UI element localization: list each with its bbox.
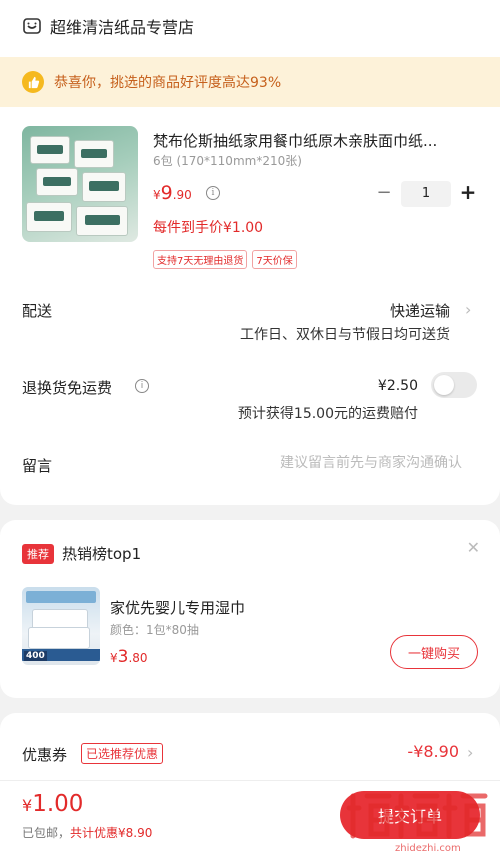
chevron-right-icon[interactable]: › [465, 300, 471, 319]
price-symbol: ¥ [153, 188, 161, 202]
price-integer: 1 [32, 791, 47, 817]
recommendation-header: 推荐 热销榜top1 [22, 543, 141, 564]
price-decimal: .90 [172, 188, 192, 202]
returns-label: 退换货免运费 [22, 379, 113, 397]
recommend-product-spec: 颜色：1包*80抽 [110, 623, 199, 637]
total-discount: 共计优惠¥8.90 [70, 826, 153, 840]
quantity-input[interactable]: 1 [401, 181, 451, 207]
quantity-decrease-button[interactable]: − [376, 184, 392, 202]
coupon-amount[interactable]: -¥8.90 [407, 742, 459, 761]
recommend-title: 热销榜top1 [62, 545, 142, 563]
recommend-product-name[interactable]: 家优先婴儿专用湿巾 [110, 597, 245, 618]
delivery-method[interactable]: 快递运输 [390, 300, 450, 321]
checkout-bar: ¥1.00 已包邮，共计优惠¥8.90 提交订单 [0, 780, 500, 862]
thumbs-up-icon [22, 71, 44, 93]
shop-header[interactable]: 超维清洁纸品专营店 [22, 14, 194, 38]
price-integer: 3 [117, 647, 129, 667]
delivery-note: 工作日、双休日与节假日均可送货 [240, 327, 450, 343]
service-tags: 支持7天无理由退货 7天价保 [153, 250, 302, 269]
product-title[interactable]: 梵布伦斯抽纸家用餐巾纸原木亲肤面巾纸... [153, 130, 483, 151]
store-icon [23, 18, 41, 34]
recommendation-card: 推荐 热销榜top1 ✕ 400 家优先婴儿专用湿巾 颜色：1包*80抽 ¥3.… [0, 520, 500, 698]
message-input[interactable] [202, 455, 462, 471]
product-spec[interactable]: 6包 (170*110mm*210张) [153, 152, 302, 169]
quantity-increase-button[interactable]: + [459, 181, 477, 203]
toggle-knob [434, 375, 454, 395]
coupon-tag: 已选推荐优惠 [81, 743, 164, 764]
returns-note: 预计获得15.00元的运费赔付 [237, 406, 418, 422]
free-shipping-note: 已包邮， [22, 826, 71, 840]
returns-price: ¥2.50 [377, 378, 418, 394]
price-decimal: .80 [128, 651, 148, 665]
service-tag: 支持7天无理由退货 [153, 250, 248, 269]
service-tag: 7天价保 [252, 250, 297, 269]
returns-toggle[interactable] [431, 372, 477, 398]
rating-notice-text: 恭喜你，挑选的商品好评度高达93% [54, 75, 282, 91]
close-icon[interactable]: ✕ [467, 538, 480, 557]
submit-order-button[interactable]: 提交订单 [340, 791, 480, 839]
total-price: ¥1.00 [22, 791, 83, 817]
price-symbol: ¥ [22, 796, 33, 815]
one-click-buy-button[interactable]: 一键购买 [390, 635, 478, 669]
price-info-icon[interactable]: i [206, 186, 220, 200]
coupon-label: 优惠券 [22, 746, 68, 764]
delivery-label: 配送 [22, 302, 53, 320]
unit-final-price: 每件到手价¥1.00 [153, 220, 264, 236]
product-price: ¥9.90 [153, 182, 192, 204]
rating-notice: 恭喜你，挑选的商品好评度高达93% [0, 57, 500, 107]
recommend-product-image[interactable]: 400 [22, 587, 100, 665]
recommend-product-price: ¥3.80 [110, 647, 148, 667]
returns-info-icon[interactable]: i [135, 379, 149, 393]
order-card: 超维清洁纸品专营店 恭喜你，挑选的商品好评度高达93% 梵布伦斯抽纸家用餐巾纸原… [0, 0, 500, 505]
shop-name: 超维清洁纸品专营店 [50, 18, 195, 37]
chevron-right-icon[interactable]: › [467, 743, 473, 762]
recommend-badge: 推荐 [22, 543, 54, 564]
price-symbol: ¥ [110, 651, 118, 665]
price-integer: 9 [160, 182, 173, 204]
product-image[interactable] [22, 126, 138, 242]
price-decimal: .00 [46, 791, 84, 817]
message-label: 留言 [22, 457, 53, 475]
total-note: 已包邮，共计优惠¥8.90 [22, 824, 152, 841]
